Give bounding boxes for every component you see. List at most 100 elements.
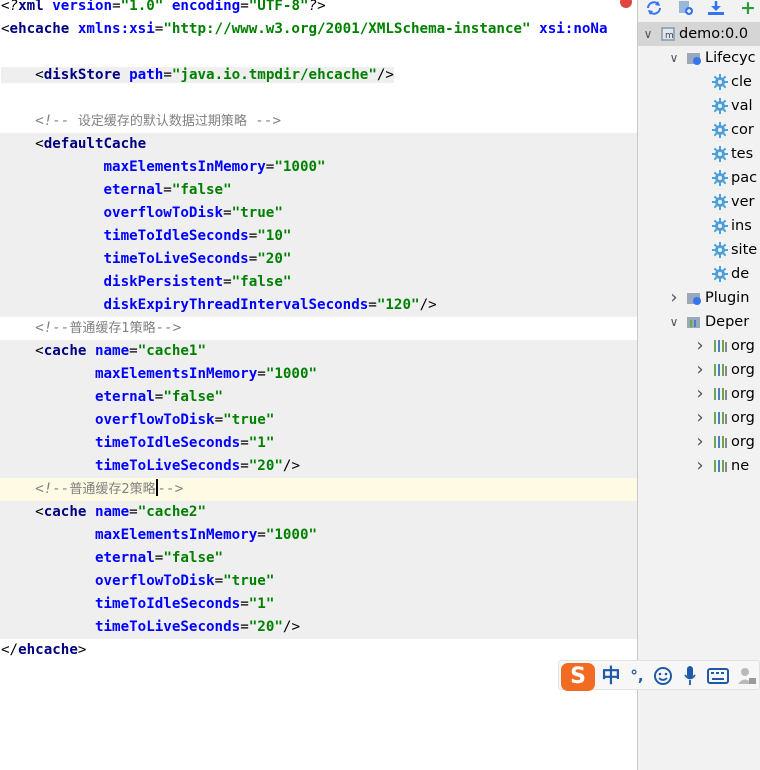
maven-tree-item[interactable]: › org	[638, 406, 760, 430]
maven-tree-item[interactable]: ∨ m demo:0.0	[638, 22, 760, 46]
ime-punctuation-toggle[interactable]: °,	[625, 663, 649, 689]
chevron-right-icon[interactable]: ›	[694, 430, 706, 454]
code-line[interactable]: timeToLiveSeconds="20"/>	[0, 455, 637, 478]
code-line[interactable]: eternal="false"	[0, 179, 637, 202]
chevron-down-icon[interactable]: ∨	[668, 46, 680, 70]
code-line-text: overflowToDisk="true"	[1, 202, 283, 225]
maven-tree-item[interactable]: val	[638, 94, 760, 118]
code-line[interactable]: <!-- 设定缓存的默认数据过期策略 -->	[0, 110, 637, 133]
code-line[interactable]: maxElementsInMemory="1000"	[0, 156, 637, 179]
chevron-down-icon[interactable]: ∨	[642, 22, 654, 46]
code-line[interactable]: diskExpiryThreadIntervalSeconds="120"/>	[0, 294, 637, 317]
user-settings-icon[interactable]	[735, 663, 759, 689]
maven-tree-item[interactable]: › org	[638, 334, 760, 358]
chevron-right-icon[interactable]: ›	[668, 286, 680, 310]
library-icon	[712, 434, 728, 450]
maven-tree-label: demo:0.0	[679, 26, 749, 42]
code-token: "1.0"	[120, 0, 172, 14]
code-token: =	[223, 274, 232, 290]
code-line[interactable]: </ehcache>	[0, 639, 637, 662]
emoji-icon[interactable]	[651, 663, 675, 689]
maven-tree-item[interactable]: site	[638, 238, 760, 262]
maven-tree-item[interactable]: ∨ Deper	[638, 310, 760, 334]
download-icon[interactable]	[706, 0, 726, 18]
chevron-right-icon[interactable]: ›	[694, 358, 706, 382]
code-token: =	[112, 0, 121, 14]
code-token: =	[368, 297, 377, 313]
chevron-right-icon[interactable]: ›	[694, 382, 706, 406]
code-line[interactable]: overflowToDisk="true"	[0, 570, 637, 593]
code-line[interactable]: <defaultCache	[0, 133, 637, 156]
code-line[interactable]: <cache name="cache1"	[0, 340, 637, 363]
code-token: =	[248, 251, 258, 267]
code-token: ?>	[308, 0, 326, 14]
code-line[interactable]: diskPersistent="false"	[0, 271, 637, 294]
code-line[interactable]: <?xml version="1.0" encoding="UTF-8"?>	[0, 0, 637, 18]
code-line[interactable]: maxElementsInMemory="1000"	[0, 524, 637, 547]
maven-tree-label: ins	[731, 218, 752, 234]
maven-tree-label: pac	[731, 170, 758, 186]
maven-tree-item[interactable]: pac	[638, 166, 760, 190]
code-token: timeToIdleSeconds	[94, 435, 241, 451]
code-token: </	[1, 642, 19, 658]
code-token: eternal	[94, 389, 155, 405]
maven-tree-item[interactable]: cle	[638, 70, 760, 94]
code-line[interactable]: eternal="false"	[0, 547, 637, 570]
code-token: =	[129, 343, 138, 359]
refresh-icon[interactable]	[644, 0, 664, 18]
maven-tree-item[interactable]: ver	[638, 190, 760, 214]
code-editor[interactable]: <?xml version="1.0" encoding="UTF-8"?> <e…	[0, 0, 637, 770]
code-token: -->	[157, 481, 184, 497]
microphone-icon[interactable]	[679, 663, 701, 689]
code-line[interactable]: <!--普通缓存1策略-->	[0, 317, 637, 340]
maven-tree-item[interactable]: de	[638, 262, 760, 286]
code-line[interactable]: timeToIdleSeconds="10"	[0, 225, 637, 248]
code-line[interactable]: maxElementsInMemory="1000"	[0, 363, 637, 386]
chevron-right-icon[interactable]: ›	[694, 334, 706, 358]
code-line[interactable]: <!--普通缓存2策略 -->	[0, 478, 637, 501]
code-token: 普通缓存1策略	[69, 321, 156, 336]
code-line[interactable]	[0, 41, 637, 64]
add-icon[interactable]: +	[738, 0, 758, 18]
code-token: "java.io.tmpdir/ehcache"	[171, 67, 377, 83]
code-line[interactable]: timeToIdleSeconds="1"	[0, 432, 637, 455]
code-token: "false"	[171, 182, 232, 198]
maven-tree-item[interactable]: ins	[638, 214, 760, 238]
keyboard-icon[interactable]	[705, 663, 731, 689]
code-line[interactable]: <diskStore path="java.io.tmpdir/ehcache"…	[0, 64, 637, 87]
code-line[interactable]: overflowToDisk="true"	[0, 409, 637, 432]
code-line-text: overflowToDisk="true"	[1, 409, 274, 432]
maven-tree-item[interactable]: › org	[638, 382, 760, 406]
chevron-down-icon[interactable]: ∨	[668, 310, 680, 334]
sogou-logo-icon[interactable]: S	[561, 663, 595, 691]
code-line[interactable]: eternal="false"	[0, 386, 637, 409]
chevron-right-icon[interactable]: ›	[694, 406, 706, 430]
code-line[interactable]: <cache name="cache2"	[0, 501, 637, 524]
maven-tree-item[interactable]: › ne	[638, 454, 760, 478]
code-line-text: timeToIdleSeconds="10"	[1, 225, 292, 248]
code-token: <	[1, 504, 44, 520]
maven-tree-label: cle	[731, 74, 752, 90]
ime-mode-toggle[interactable]: 中	[599, 663, 623, 689]
maven-tree-item[interactable]: › Plugin	[638, 286, 760, 310]
code-token: path	[129, 67, 164, 83]
maven-tree-item[interactable]: › org	[638, 358, 760, 382]
chevron-right-icon[interactable]: ›	[694, 454, 706, 478]
maven-tree-item[interactable]: cor	[638, 118, 760, 142]
maven-tree-item[interactable]: ∨ Lifecyc	[638, 46, 760, 70]
generate-sources-icon[interactable]	[676, 0, 696, 18]
code-line[interactable]: <ehcache xmlns:xsi="http://www.w3.org/20…	[0, 18, 637, 41]
code-line[interactable]: overflowToDisk="true"	[0, 202, 637, 225]
maven-tree-item[interactable]: › org	[638, 430, 760, 454]
code-line[interactable]: timeToLiveSeconds="20"	[0, 248, 637, 271]
code-token: cache	[43, 343, 95, 359]
code-line[interactable]: timeToLiveSeconds="20"/>	[0, 616, 637, 639]
maven-tree-item[interactable]: tes	[638, 142, 760, 166]
code-line[interactable]	[0, 87, 637, 110]
code-token: "false"	[231, 274, 292, 290]
code-line[interactable]: timeToIdleSeconds="1"	[0, 593, 637, 616]
